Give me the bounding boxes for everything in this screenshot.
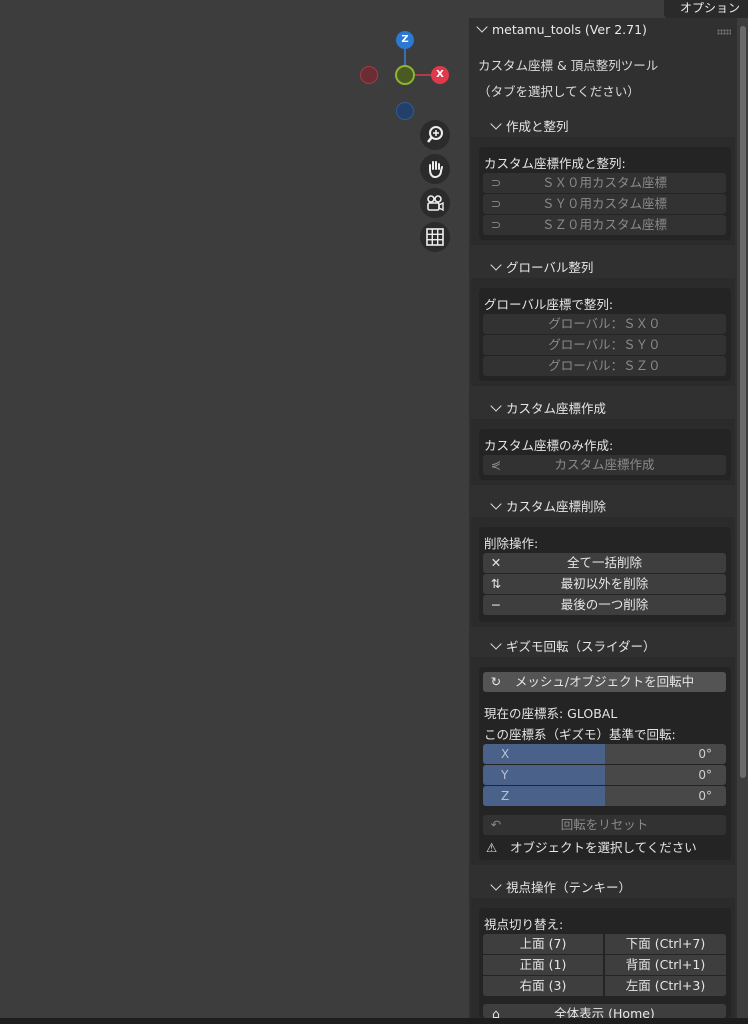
scrollbar[interactable]	[740, 26, 746, 778]
minus-icon: −	[490, 597, 502, 612]
view-back-button[interactable]: 背面 (Ctrl+1)	[605, 955, 726, 975]
options-button[interactable]: オプション	[664, 0, 748, 18]
sy0-custom-button[interactable]: ⊃ ＳＹ０用カスタム座標	[483, 194, 726, 214]
zoom-icon	[427, 126, 443, 143]
y-axis-handle[interactable]	[395, 65, 415, 85]
view-top-button[interactable]: 上面 (7)	[483, 934, 603, 954]
view-bottom-button[interactable]: 下面 (Ctrl+7)	[605, 934, 726, 954]
x-axis-handle[interactable]: X	[431, 66, 449, 84]
warning-icon: ⚠	[486, 840, 498, 855]
section-header-create-align[interactable]: 作成と整列	[490, 116, 569, 135]
panel-hint: （タブを選択してください）	[478, 84, 640, 99]
section-header-global-align[interactable]: グローバル整列	[490, 257, 593, 276]
neg-z-axis-handle[interactable]	[396, 102, 414, 120]
hand-icon	[429, 161, 443, 179]
box-title: 視点切り替え:	[484, 917, 564, 932]
delete-all-button[interactable]: ✕ 全て一括削除	[483, 553, 726, 573]
tag-icon: ⊃	[490, 217, 502, 232]
pan-button[interactable]	[420, 154, 450, 184]
neg-x-axis-handle[interactable]	[360, 66, 378, 84]
grid-icon	[426, 228, 444, 246]
rotate-y-slider[interactable]: Y 0°	[483, 765, 726, 785]
rotate-basis-label: この座標系（ギズモ）基準で回転:	[484, 727, 676, 742]
view-right-button[interactable]: 右面 (3)	[483, 976, 603, 996]
section-header-custom-create[interactable]: カスタム座標作成	[490, 398, 606, 417]
panel-title: metamu_tools (Ver 2.71)	[492, 22, 647, 37]
chevron-down-icon	[490, 498, 502, 510]
delete-except-first-button[interactable]: ⇅ 最初以外を削除	[483, 574, 726, 594]
camera-button[interactable]	[420, 188, 450, 218]
close-icon: ✕	[490, 555, 502, 570]
reset-rotation-button[interactable]: ↶ 回転をリセット	[483, 815, 726, 835]
create-custom-orientation-button[interactable]: ⋞ カスタム座標作成	[483, 455, 726, 475]
zoom-button[interactable]	[420, 120, 450, 150]
rotate-mode-button[interactable]: ↻ メッシュ/オブジェクトを回転中	[483, 672, 726, 692]
global-sz0-button[interactable]: グローバル：ＳＺ０	[483, 356, 726, 376]
swap-arrows-icon: ⇅	[490, 576, 502, 591]
rotate-icon: ↻	[490, 674, 502, 689]
panel-description: カスタム座標 & 頂点整列ツール	[478, 58, 659, 73]
warning-message: ⚠ オブジェクトを選択してください	[486, 840, 697, 855]
box-title: 削除操作:	[484, 536, 539, 551]
sz0-custom-button[interactable]: ⊃ ＳＺ０用カスタム座標	[483, 215, 726, 235]
orientation-icon: ⋞	[490, 457, 502, 472]
tag-icon: ⊃	[490, 196, 502, 211]
z-axis-handle[interactable]: Z	[396, 31, 414, 49]
chevron-down-icon	[490, 879, 502, 891]
box-title: グローバル座標で整列:	[484, 297, 614, 312]
undo-icon: ↶	[490, 817, 502, 832]
global-sy0-button[interactable]: グローバル：ＳＹ０	[483, 335, 726, 355]
home-icon: ⌂	[492, 1006, 500, 1018]
delete-last-button[interactable]: − 最後の一つ削除	[483, 595, 726, 615]
chevron-down-icon	[490, 118, 502, 130]
section-header-view-ops[interactable]: 視点操作（テンキー）	[490, 877, 631, 896]
perspective-button[interactable]	[420, 222, 450, 252]
global-sx0-button[interactable]: グローバル：ＳＸ０	[483, 314, 726, 334]
status-bar	[0, 1018, 748, 1024]
panel-header[interactable]: metamu_tools (Ver 2.71)	[476, 21, 647, 37]
chevron-down-icon	[490, 400, 502, 412]
view-all-button[interactable]: ⌂ 全体表示 (Home)	[483, 1004, 726, 1018]
chevron-down-icon	[490, 259, 502, 271]
view-front-button[interactable]: 正面 (1)	[483, 955, 603, 975]
chevron-down-icon	[476, 21, 488, 33]
sx0-custom-button[interactable]: ⊃ ＳＸ０用カスタム座標	[483, 173, 726, 193]
chevron-down-icon	[490, 638, 502, 650]
drag-grip-icon[interactable]	[717, 29, 731, 35]
current-coordinate-system: 現在の座標系: GLOBAL	[484, 706, 618, 721]
section-header-gizmo-rotate[interactable]: ギズモ回転（スライダー）	[490, 636, 656, 655]
box-title: カスタム座標のみ作成:	[484, 438, 614, 453]
rotate-z-slider[interactable]: Z 0°	[483, 786, 726, 806]
view-left-button[interactable]: 左面 (Ctrl+3)	[605, 976, 726, 996]
rotate-x-slider[interactable]: X 0°	[483, 744, 726, 764]
tag-icon: ⊃	[490, 175, 502, 190]
camera-icon	[427, 195, 444, 212]
box-title: カスタム座標作成と整列:	[484, 156, 626, 171]
section-header-custom-delete[interactable]: カスタム座標削除	[490, 496, 606, 515]
